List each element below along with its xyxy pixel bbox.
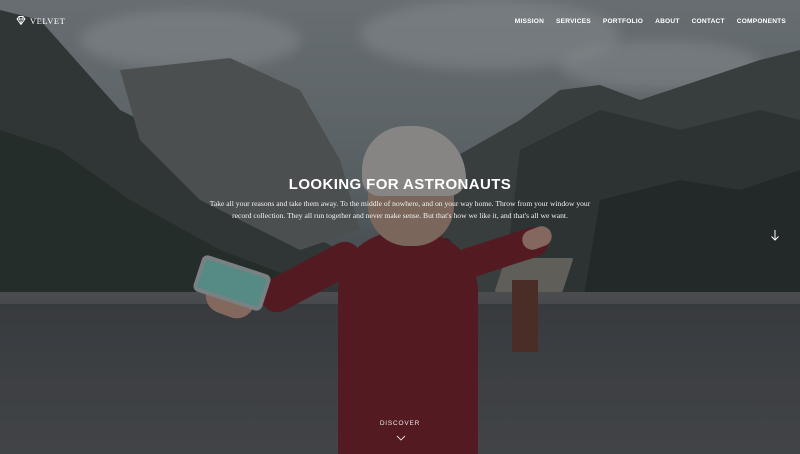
arrow-down-icon[interactable] <box>768 228 782 242</box>
brand-name: VELVET <box>30 16 66 26</box>
brand-logo[interactable]: VELVET <box>16 12 65 30</box>
chevron-down-icon[interactable] <box>396 428 406 441</box>
nav-link-mission[interactable]: MISSION <box>509 18 550 25</box>
hero-title: LOOKING FOR ASTRONAUTS <box>288 176 512 193</box>
nav-menu: MISSION SERVICES PORTFOLIO ABOUT CONTACT… <box>509 18 792 25</box>
nav-link-contact[interactable]: CONTACT <box>686 18 731 25</box>
nav-link-services[interactable]: SERVICES <box>550 18 597 25</box>
dark-overlay <box>0 0 800 454</box>
top-navbar: VELVET MISSION SERVICES PORTFOLIO ABOUT … <box>0 0 800 42</box>
nav-link-portfolio[interactable]: PORTFOLIO <box>597 18 649 25</box>
hero-section: VELVET MISSION SERVICES PORTFOLIO ABOUT … <box>0 0 800 454</box>
diamond-icon <box>16 12 26 30</box>
nav-link-components[interactable]: COMPONENTS <box>731 18 792 25</box>
nav-link-about[interactable]: ABOUT <box>649 18 685 25</box>
hero-description: Take all your reasons and take them away… <box>209 199 591 220</box>
discover-link[interactable]: DISCOVER <box>0 420 800 427</box>
